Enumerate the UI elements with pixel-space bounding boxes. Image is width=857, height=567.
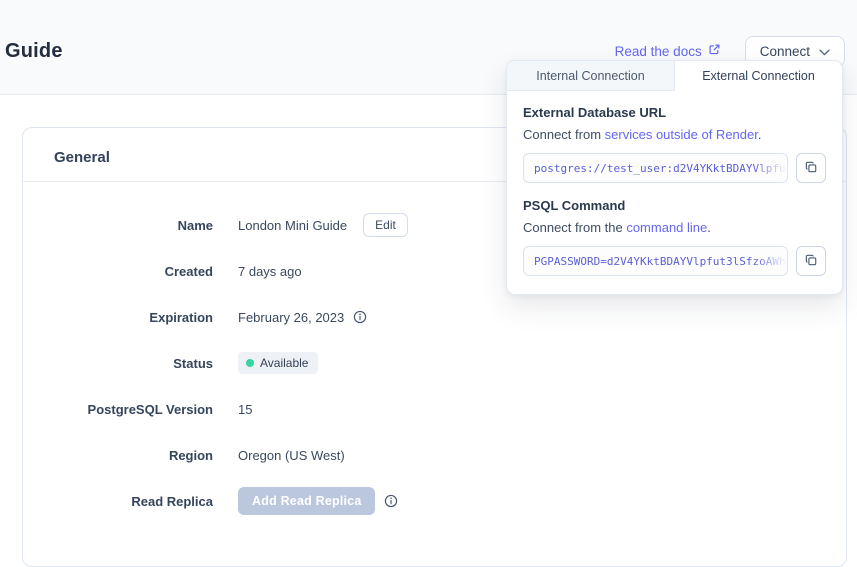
copy-icon bbox=[804, 253, 818, 270]
connect-popover: Internal Connection External Connection … bbox=[506, 60, 843, 295]
field-row-region: Region Oregon (US West) bbox=[23, 432, 815, 478]
info-icon[interactable] bbox=[353, 310, 367, 324]
command-line-link[interactable]: command line bbox=[626, 220, 707, 235]
external-database-url-desc: Connect from services outside of Render. bbox=[523, 127, 826, 142]
field-label: Expiration bbox=[23, 310, 213, 325]
field-row-postgresql-version: PostgreSQL Version 15 bbox=[23, 386, 815, 432]
edit-name-button[interactable]: Edit bbox=[363, 213, 408, 237]
field-value: London Mini Guide bbox=[238, 218, 347, 233]
copy-external-url-button[interactable] bbox=[796, 153, 826, 183]
desc-text: . bbox=[707, 220, 711, 235]
field-value: 15 bbox=[238, 402, 252, 417]
services-outside-render-link[interactable]: services outside of Render bbox=[605, 127, 758, 142]
field-row-read-replica: Read Replica Add Read Replica bbox=[23, 478, 815, 524]
field-label: Read Replica bbox=[23, 494, 213, 509]
status-badge-label: Available bbox=[260, 356, 308, 370]
field-label: Region bbox=[23, 448, 213, 463]
connection-tabs: Internal Connection External Connection bbox=[507, 61, 842, 91]
desc-text: Connect from bbox=[523, 127, 605, 142]
page: Guide Read the docs Connect bbox=[0, 0, 857, 516]
psql-command-desc: Connect from the command line. bbox=[523, 220, 826, 235]
field-value: February 26, 2023 bbox=[238, 310, 367, 325]
status-badge: Available bbox=[238, 352, 318, 374]
field-value: Available bbox=[238, 352, 318, 374]
read-the-docs-link[interactable]: Read the docs bbox=[615, 43, 721, 59]
desc-text: Connect from the bbox=[523, 220, 626, 235]
field-label: Status bbox=[23, 356, 213, 371]
chevron-down-icon bbox=[819, 44, 830, 59]
info-icon[interactable] bbox=[384, 494, 398, 508]
copy-psql-command-button[interactable] bbox=[796, 246, 826, 276]
external-database-url-field[interactable]: postgres://test_user:d2V4YKktBDAYVlpfut3… bbox=[523, 153, 788, 183]
field-row-expiration: Expiration February 26, 2023 bbox=[23, 294, 815, 340]
connect-popover-body: External Database URL Connect from servi… bbox=[507, 91, 842, 276]
external-link-icon bbox=[708, 43, 721, 59]
field-label: PostgreSQL Version bbox=[23, 402, 213, 417]
tab-external-connection[interactable]: External Connection bbox=[675, 61, 842, 91]
copy-icon bbox=[804, 160, 818, 177]
external-database-url-heading: External Database URL bbox=[523, 105, 826, 120]
expiration-date: February 26, 2023 bbox=[238, 310, 344, 325]
field-label: Name bbox=[23, 218, 213, 233]
psql-command-field[interactable]: PGPASSWORD=d2V4YKktBDAYVlpfut3lSfzoAWhwb… bbox=[523, 246, 788, 276]
page-title: Guide bbox=[5, 40, 63, 63]
field-value: Add Read Replica bbox=[238, 487, 398, 515]
tab-internal-connection[interactable]: Internal Connection bbox=[507, 61, 675, 91]
psql-command-row: PGPASSWORD=d2V4YKktBDAYVlpfut3lSfzoAWhwb… bbox=[523, 246, 826, 276]
status-dot-icon bbox=[246, 359, 254, 367]
read-the-docs-label: Read the docs bbox=[615, 44, 702, 59]
desc-text: . bbox=[758, 127, 762, 142]
field-label: Created bbox=[23, 264, 213, 279]
psql-command-value: PGPASSWORD=d2V4YKktBDAYVlpfut3lSfzoAWhwb… bbox=[534, 255, 788, 268]
add-read-replica-button[interactable]: Add Read Replica bbox=[238, 487, 375, 515]
external-database-url-value: postgres://test_user:d2V4YKktBDAYVlpfut3… bbox=[534, 162, 788, 175]
external-url-row: postgres://test_user:d2V4YKktBDAYVlpfut3… bbox=[523, 153, 826, 183]
psql-command-heading: PSQL Command bbox=[523, 198, 826, 213]
field-value: 7 days ago bbox=[238, 264, 302, 279]
connect-button-label: Connect bbox=[760, 44, 810, 59]
field-value: Oregon (US West) bbox=[238, 448, 345, 463]
field-row-status: Status Available bbox=[23, 340, 815, 386]
